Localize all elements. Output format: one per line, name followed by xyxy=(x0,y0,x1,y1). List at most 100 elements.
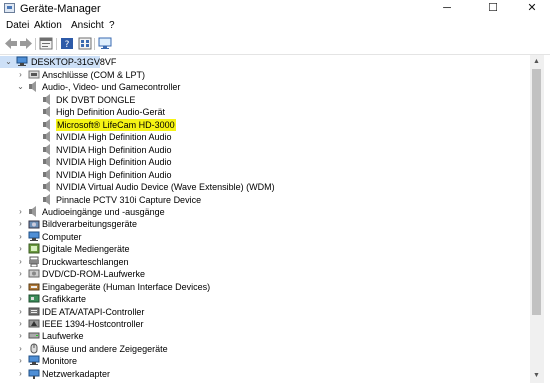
tree-item[interactable]: Pinnacle PCTV 310i Capture Device xyxy=(0,193,528,206)
speaker-icon xyxy=(43,131,50,143)
speaker-icon xyxy=(43,106,50,118)
controller-icon xyxy=(28,307,40,315)
tree-item-label: Laufwerke xyxy=(42,331,84,342)
menu-aktion[interactable]: Aktion xyxy=(34,20,62,31)
menu-datei[interactable]: Datei xyxy=(6,20,29,31)
chevron-right-icon[interactable]: › xyxy=(16,307,25,317)
tree-item[interactable]: › Digitale Mediengeräte xyxy=(0,243,528,255)
tree-item-label: Grafikkarte xyxy=(42,294,87,305)
tree-item[interactable]: › Audioeingänge und -ausgänge xyxy=(0,205,528,218)
speaker-icon xyxy=(43,193,50,205)
chevron-right-icon[interactable]: › xyxy=(16,232,25,242)
tree-item-label: Computer xyxy=(42,231,82,242)
tree-item[interactable]: › IDE ATA/ATAPI-Controller xyxy=(0,306,528,318)
monitor-icon xyxy=(28,355,40,366)
title-bar: Geräte-Manager ─ ☐ ✕ xyxy=(0,0,550,17)
chevron-right-icon[interactable]: › xyxy=(16,207,25,217)
chevron-right-icon[interactable]: › xyxy=(16,331,25,341)
scroll-thumb[interactable] xyxy=(532,69,541,315)
tree-item[interactable]: ⌄ Audio-, Video- und Gamecontroller xyxy=(0,81,528,93)
chevron-right-icon[interactable]: › xyxy=(16,294,25,304)
menu-help[interactable]: ? xyxy=(109,20,115,31)
tree-item-label: NVIDIA High Definition Audio xyxy=(56,132,172,143)
tree-item-label: Bildverarbeitungsgeräte xyxy=(42,219,138,230)
scan-hardware-icon[interactable] xyxy=(98,37,112,50)
help-icon[interactable]: ? xyxy=(60,37,74,50)
computer-icon xyxy=(16,56,28,66)
gpu-icon xyxy=(28,294,40,303)
tree-item[interactable]: DK DVBT DONGLE xyxy=(0,93,528,106)
tree-item[interactable]: › Mäuse und andere Zeigegeräte xyxy=(0,343,528,355)
tree-item-label: Mäuse und andere Zeigegeräte xyxy=(42,343,168,354)
chevron-right-icon[interactable]: › xyxy=(16,269,25,279)
tree-item-label: Audioeingänge und -ausgänge xyxy=(42,206,165,217)
speaker-icon xyxy=(43,143,50,155)
speaker-icon xyxy=(29,205,36,217)
tree-item[interactable]: › Laufwerke xyxy=(0,330,528,342)
tree-item[interactable]: High Definition Audio-Gerät xyxy=(0,106,528,118)
tree-item[interactable]: › Grafikkarte xyxy=(0,293,528,305)
tree-item[interactable]: › Anschlüsse (COM & LPT) xyxy=(0,69,528,81)
tree-item[interactable]: NVIDIA High Definition Audio xyxy=(0,143,528,156)
tree-item[interactable]: › Bildverarbeitungsgeräte xyxy=(0,218,528,230)
view-grid-icon[interactable] xyxy=(78,37,92,50)
media-icon xyxy=(28,243,40,254)
tree-item[interactable]: › Eingabegeräte (Human Interface Devices) xyxy=(0,281,528,293)
window-edge xyxy=(544,55,550,383)
minimize-button[interactable]: ─ xyxy=(431,0,463,16)
scroll-up-icon[interactable]: ▲ xyxy=(533,58,540,65)
menu-ansicht[interactable]: Ansicht xyxy=(71,20,104,31)
tree-item[interactable]: › Monitore xyxy=(0,355,528,367)
chevron-right-icon[interactable]: › xyxy=(16,319,25,329)
back-arrow-icon[interactable] xyxy=(4,37,18,50)
tree-item-label: Druckwarteschlangen xyxy=(42,256,129,267)
chevron-right-icon[interactable]: › xyxy=(16,244,25,254)
tree-item-label: DK DVBT DONGLE xyxy=(56,94,136,105)
chevron-down-icon[interactable]: ⌄ xyxy=(4,57,13,67)
tree-item-label: IEEE 1394-Hostcontroller xyxy=(42,319,144,329)
tree-item[interactable]: › Netzwerkadapter xyxy=(0,368,528,380)
mouse-icon xyxy=(30,343,38,354)
hid-icon xyxy=(28,283,40,291)
chevron-right-icon[interactable]: › xyxy=(16,344,25,354)
chevron-right-icon[interactable]: › xyxy=(16,70,25,80)
chevron-right-icon[interactable]: › xyxy=(16,282,25,292)
maximize-button[interactable]: ☐ xyxy=(477,0,509,16)
chevron-right-icon[interactable]: › xyxy=(16,219,25,229)
tree-item[interactable]: NVIDIA High Definition Audio xyxy=(0,168,528,181)
firewire-icon xyxy=(28,319,40,328)
speaker-icon xyxy=(43,118,50,130)
tree-item[interactable]: › DVD/CD-ROM-Laufwerke xyxy=(0,268,528,280)
speaker-icon xyxy=(43,181,50,192)
speaker-icon xyxy=(43,168,50,180)
tree-item[interactable]: › Computer xyxy=(0,231,528,243)
properties-icon[interactable] xyxy=(39,37,53,50)
tree-item[interactable]: NVIDIA High Definition Audio xyxy=(0,156,528,168)
tree-item[interactable]: › IEEE 1394-Hostcontroller xyxy=(0,318,528,330)
close-button[interactable]: ✕ xyxy=(516,0,548,16)
root-label: DESKTOP-31GV8VF xyxy=(31,57,117,67)
menu-bar: Datei Aktion Ansicht ? xyxy=(0,17,550,34)
network-icon xyxy=(28,369,40,379)
tree-item-label: Monitore xyxy=(42,356,78,367)
tree-item[interactable]: Microsoft® LifeCam HD-3000 xyxy=(0,118,528,131)
forward-arrow-icon[interactable] xyxy=(19,37,33,50)
tree-item-label: Digitale Mediengeräte xyxy=(42,244,130,255)
tree-item[interactable]: NVIDIA Virtual Audio Device (Wave Extens… xyxy=(0,181,528,193)
tree-item-label: Pinnacle PCTV 310i Capture Device xyxy=(56,194,202,205)
port-icon xyxy=(28,70,40,79)
tree-item-label: NVIDIA High Definition Audio xyxy=(56,169,172,180)
tree-item-label: NVIDIA High Definition Audio xyxy=(56,144,172,155)
vertical-scrollbar[interactable]: ▲ ▼ xyxy=(530,55,544,383)
tree-item[interactable]: › Druckwarteschlangen xyxy=(0,256,528,268)
chevron-down-icon[interactable]: ⌄ xyxy=(16,82,25,92)
disc-icon xyxy=(28,269,40,278)
tree-root[interactable]: ⌄ DESKTOP-31GV8VF xyxy=(0,56,116,68)
chevron-right-icon[interactable]: › xyxy=(16,257,25,267)
tree-item-label: IDE ATA/ATAPI-Controller xyxy=(42,306,145,317)
tree-item-label: Anschlüsse (COM & LPT) xyxy=(42,70,146,80)
chevron-right-icon[interactable]: › xyxy=(16,356,25,366)
tree-item[interactable]: NVIDIA High Definition Audio xyxy=(0,131,528,143)
chevron-right-icon[interactable]: › xyxy=(16,369,25,379)
scroll-down-icon[interactable]: ▼ xyxy=(533,372,540,379)
